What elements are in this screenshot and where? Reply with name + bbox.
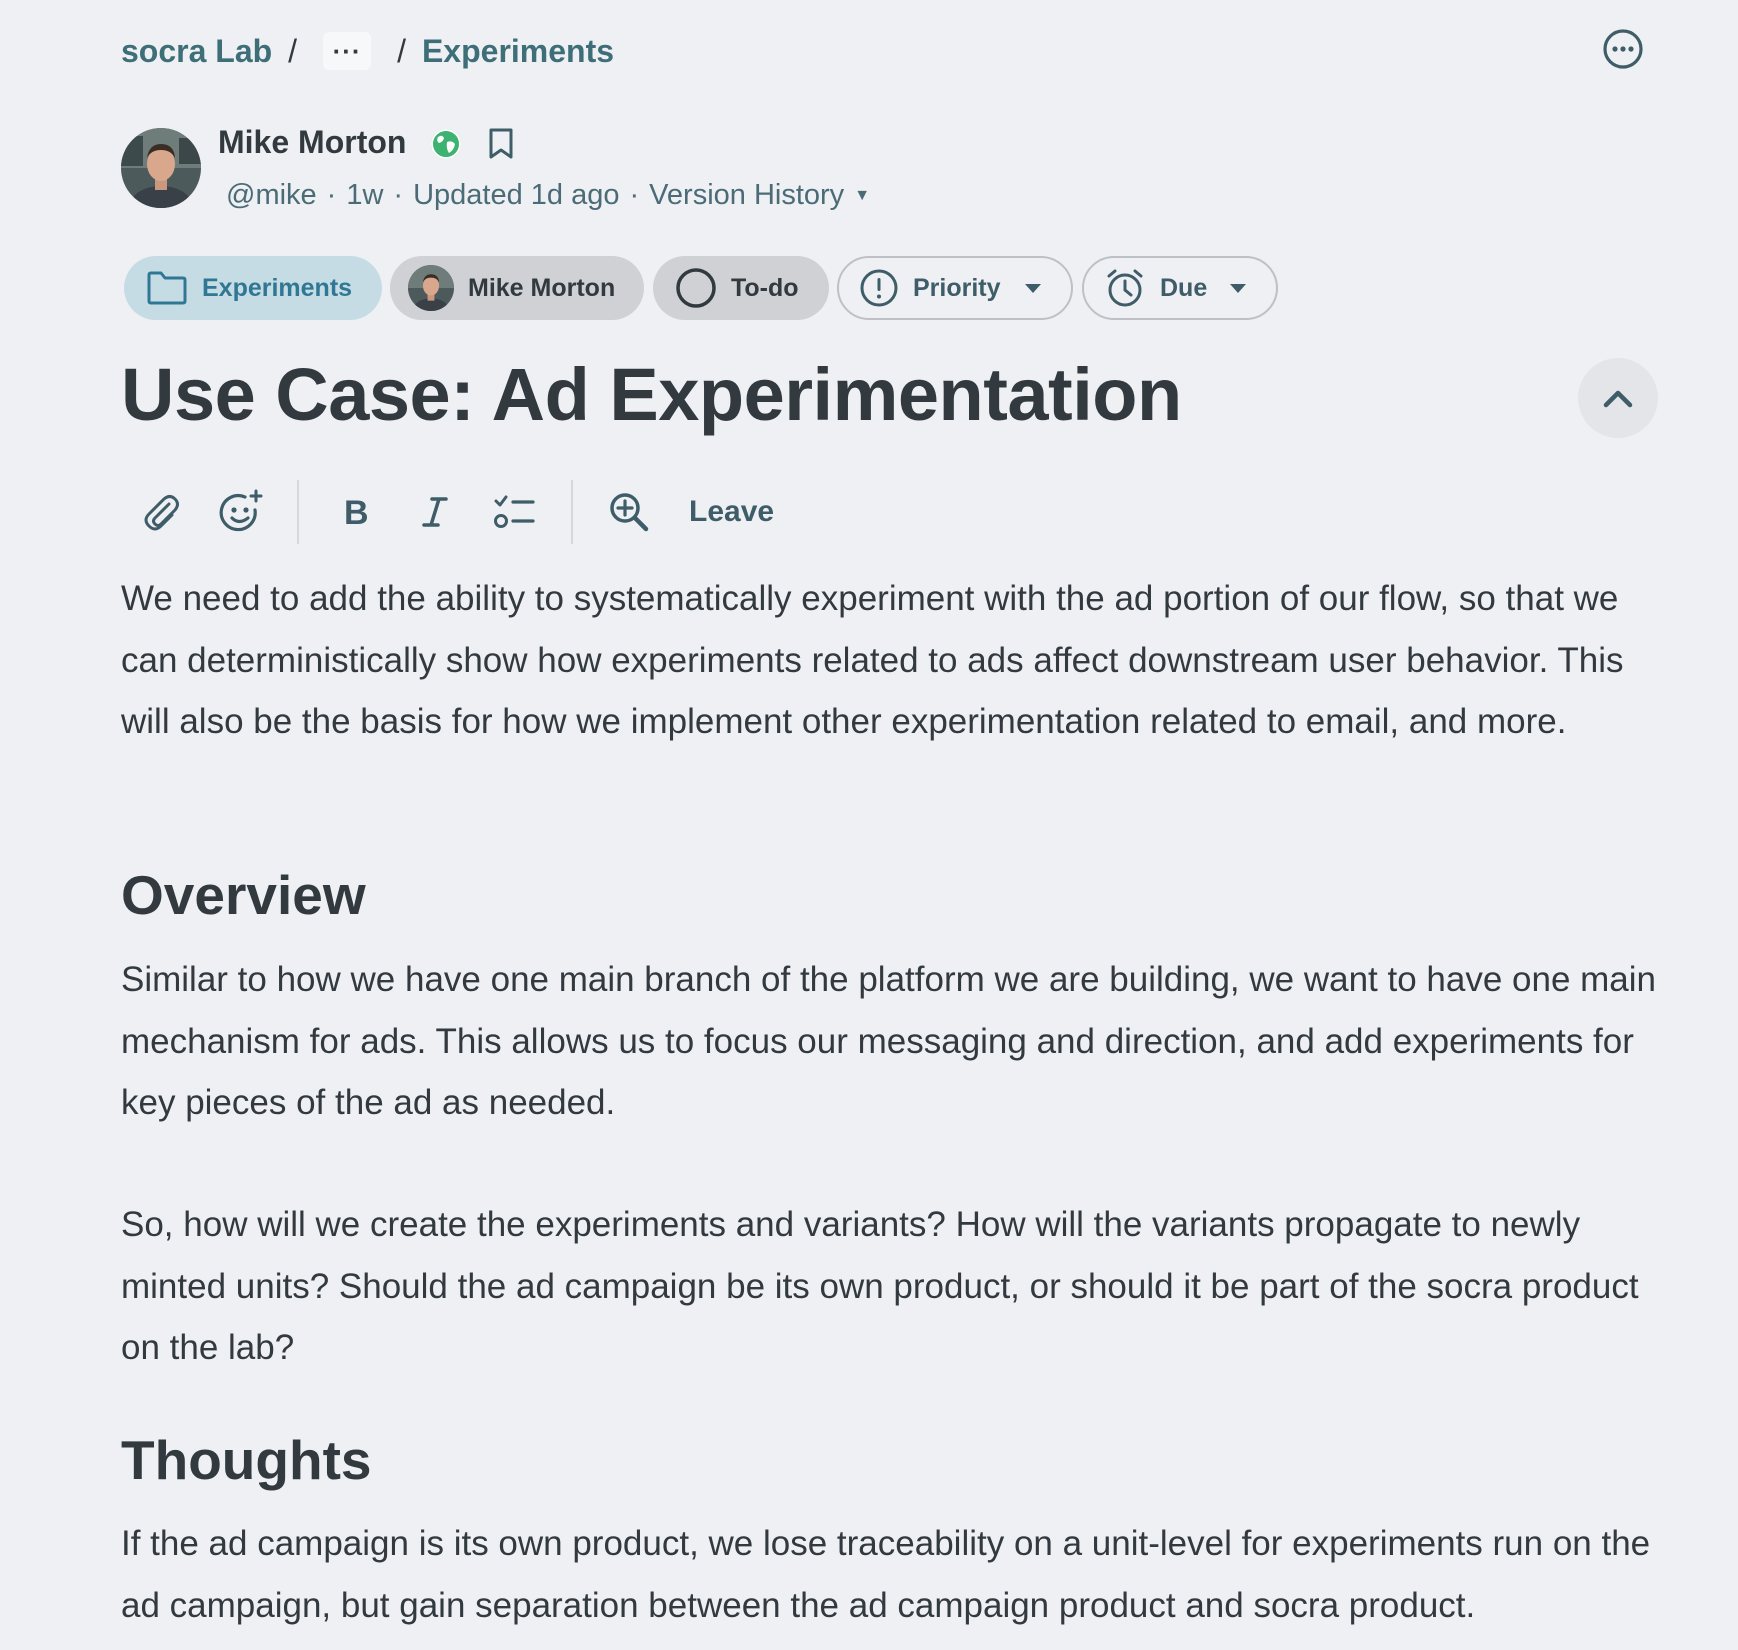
folder-icon: [147, 271, 187, 305]
breadcrumb-current[interactable]: Experiments: [422, 33, 614, 70]
due-chip-label: Due: [1160, 273, 1208, 302]
intro-paragraph: We need to add the ability to systematic…: [121, 579, 1624, 741]
created-age: 1w: [346, 179, 384, 211]
author-meta: @mike · 1w · Updated 1d ago · Version Hi…: [226, 179, 870, 212]
toolbar-divider: [297, 480, 299, 544]
leave-button[interactable]: Leave: [679, 495, 784, 529]
version-history-button[interactable]: Version History: [649, 179, 844, 212]
caret-down-icon: [1230, 283, 1246, 293]
ellipsis-circle-icon: [1603, 29, 1643, 69]
breadcrumb-separator: /: [288, 32, 298, 69]
document-title[interactable]: Use Case: Ad Experimentation: [121, 352, 1182, 437]
thoughts-heading: Thoughts: [121, 1429, 372, 1491]
exclamation-circle-icon: [860, 269, 898, 307]
assignee-avatar: [408, 265, 454, 311]
status-chip[interactable]: To-do: [653, 256, 829, 320]
meta-dot: ·: [326, 179, 337, 211]
priority-chip-label: Priority: [913, 273, 1001, 302]
alarm-clock-icon: [1107, 269, 1143, 307]
checklist-button[interactable]: [475, 472, 555, 552]
folder-chip-label: Experiments: [202, 273, 353, 302]
zoom-in-button[interactable]: [589, 472, 669, 552]
caret-down-icon: ▼: [854, 186, 871, 204]
updated-age: Updated 1d ago: [413, 179, 620, 211]
bold-icon: B: [344, 494, 369, 532]
overview-paragraph-1: Similar to how we have one main branch o…: [121, 960, 1657, 1122]
bookmark-icon[interactable]: [488, 128, 514, 160]
toolbar-divider: [571, 480, 573, 544]
checklist-icon: [494, 495, 535, 528]
overview-heading: Overview: [121, 864, 366, 926]
author-handle[interactable]: @mike: [226, 179, 317, 212]
italic-icon: [422, 497, 448, 527]
assignee-chip-label: Mike Morton: [468, 273, 616, 302]
person-photo-icon: [121, 128, 201, 208]
author-name[interactable]: Mike Morton: [218, 124, 406, 161]
breadcrumb: socra Lab / ··· / Experiments: [121, 30, 614, 72]
emoji-button[interactable]: [201, 472, 281, 552]
folder-chip[interactable]: Experiments: [124, 256, 382, 320]
editor-toolbar: B Leave: [121, 472, 784, 552]
breadcrumb-workspace[interactable]: socra Lab: [121, 33, 272, 70]
public-globe-icon[interactable]: [430, 128, 462, 160]
add-emoji-icon: [219, 489, 263, 532]
zoom-in-icon: [610, 493, 649, 532]
paperclip-icon: [144, 495, 179, 531]
breadcrumb-separator: /: [397, 32, 406, 69]
meta-dot: ·: [393, 179, 404, 211]
priority-chip[interactable]: Priority: [837, 256, 1073, 320]
assignee-chip[interactable]: Mike Morton: [390, 256, 644, 320]
status-chip-label: To-do: [731, 273, 799, 302]
collapse-button[interactable]: [1578, 358, 1658, 438]
person-photo-icon: [408, 265, 454, 311]
empty-circle-icon: [676, 268, 716, 308]
thoughts-paragraph-1: If the ad campaign is its own product, w…: [121, 1524, 1651, 1625]
attach-button[interactable]: [121, 472, 201, 552]
overview-paragraph-2: So, how will we create the experiments a…: [121, 1205, 1639, 1367]
due-chip[interactable]: Due: [1082, 256, 1278, 320]
caret-down-icon: [1025, 283, 1041, 293]
bold-button[interactable]: B: [315, 472, 395, 552]
italic-button[interactable]: [395, 472, 475, 552]
more-options-button[interactable]: [1602, 28, 1644, 70]
meta-dot: ·: [629, 179, 640, 211]
author-avatar[interactable]: [121, 128, 201, 208]
chevron-up-icon: [1603, 390, 1633, 408]
breadcrumb-ellipsis-button[interactable]: ···: [323, 32, 372, 70]
svg-text:B: B: [344, 494, 369, 532]
